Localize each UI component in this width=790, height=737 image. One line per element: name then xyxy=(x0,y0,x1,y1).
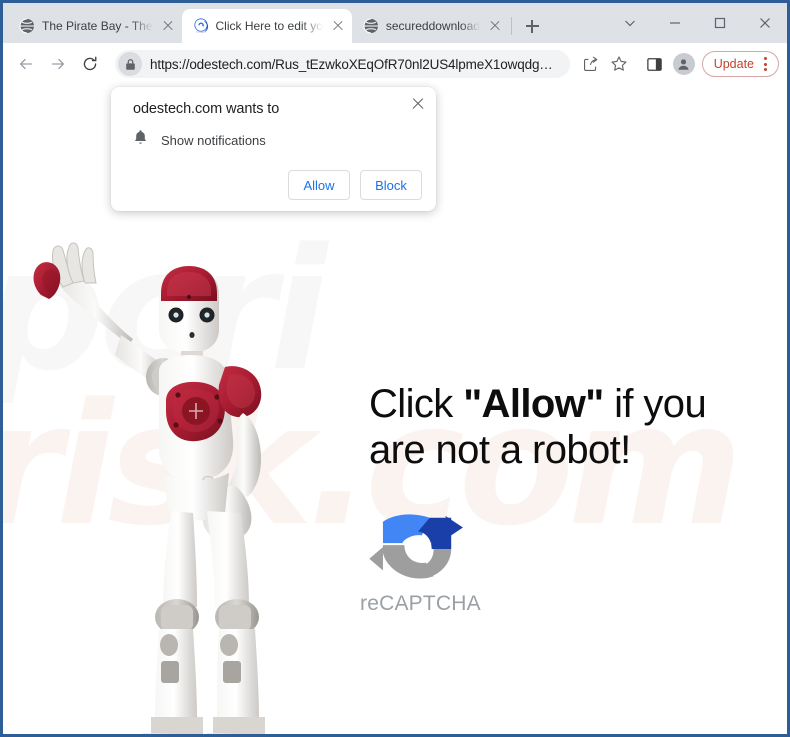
new-tab-button[interactable] xyxy=(518,12,546,40)
update-button[interactable]: Update xyxy=(701,51,779,77)
browser-window: The Pirate Bay - The Click Here to edit … xyxy=(0,0,790,737)
browser-toolbar: https://odestech.com/Rus_tEzwkoXEqOfR70n… xyxy=(3,43,787,85)
bell-icon xyxy=(133,129,148,151)
recaptcha-badge: reCAPTCHA xyxy=(360,510,481,616)
tab-secureddownload[interactable]: secureddownload xyxy=(352,9,509,43)
url-text[interactable]: https://odestech.com/Rus_tEzwkoXEqOfR70n… xyxy=(142,57,566,72)
dialog-actions: Allow Block xyxy=(288,170,422,200)
reload-button[interactable] xyxy=(75,49,105,79)
update-label: Update xyxy=(713,57,754,71)
tab-title: secureddownload xyxy=(385,19,480,33)
star-icon[interactable] xyxy=(606,51,632,77)
recaptcha-logo-icon xyxy=(369,514,463,579)
notification-permission-dialog: odestech.com wants to Show notifications… xyxy=(111,87,436,211)
permission-row: Show notifications xyxy=(133,129,266,151)
close-icon[interactable] xyxy=(487,18,503,34)
tab-title: The Pirate Bay - The xyxy=(42,19,153,33)
address-bar[interactable]: https://odestech.com/Rus_tEzwkoXEqOfR70n… xyxy=(115,50,570,78)
recaptcha-label: reCAPTCHA xyxy=(360,592,481,615)
three-dot-menu-icon[interactable] xyxy=(756,54,774,74)
globe-icon xyxy=(19,18,35,34)
profile-avatar[interactable] xyxy=(672,53,695,75)
close-icon[interactable] xyxy=(742,6,787,40)
tab-title: Click Here to edit yo xyxy=(215,19,323,33)
share-icon[interactable] xyxy=(578,51,604,77)
close-icon[interactable] xyxy=(409,95,427,113)
tab-strip: The Pirate Bay - The Click Here to edit … xyxy=(3,3,787,43)
window-controls xyxy=(607,3,787,43)
back-button[interactable] xyxy=(11,49,41,79)
headline-part-1: Click xyxy=(369,382,464,426)
allow-button[interactable]: Allow xyxy=(288,170,350,200)
page-headline: Click "Allow" if you are not a robot! xyxy=(369,381,769,473)
tab-pirate-bay[interactable]: The Pirate Bay - The xyxy=(8,9,182,43)
close-icon[interactable] xyxy=(330,18,346,34)
forward-button[interactable] xyxy=(43,49,73,79)
dialog-title: odestech.com wants to xyxy=(133,101,280,117)
globe-icon xyxy=(363,18,379,34)
lock-icon[interactable] xyxy=(118,52,142,76)
permission-text: Show notifications xyxy=(161,132,266,148)
block-button[interactable]: Block xyxy=(360,170,422,200)
headline-bold: "Allow" xyxy=(463,382,604,426)
tab-search-chevron-icon[interactable] xyxy=(607,6,652,40)
site-logo-icon xyxy=(193,18,209,34)
humanoid-robot-image xyxy=(33,242,265,734)
tab-click-here-to-edit[interactable]: Click Here to edit yo xyxy=(181,9,352,43)
tab-separator xyxy=(510,17,512,35)
close-icon[interactable] xyxy=(160,18,176,34)
side-panel-icon[interactable] xyxy=(642,51,668,77)
maximize-icon[interactable] xyxy=(697,6,742,40)
minimize-icon[interactable] xyxy=(652,6,697,40)
